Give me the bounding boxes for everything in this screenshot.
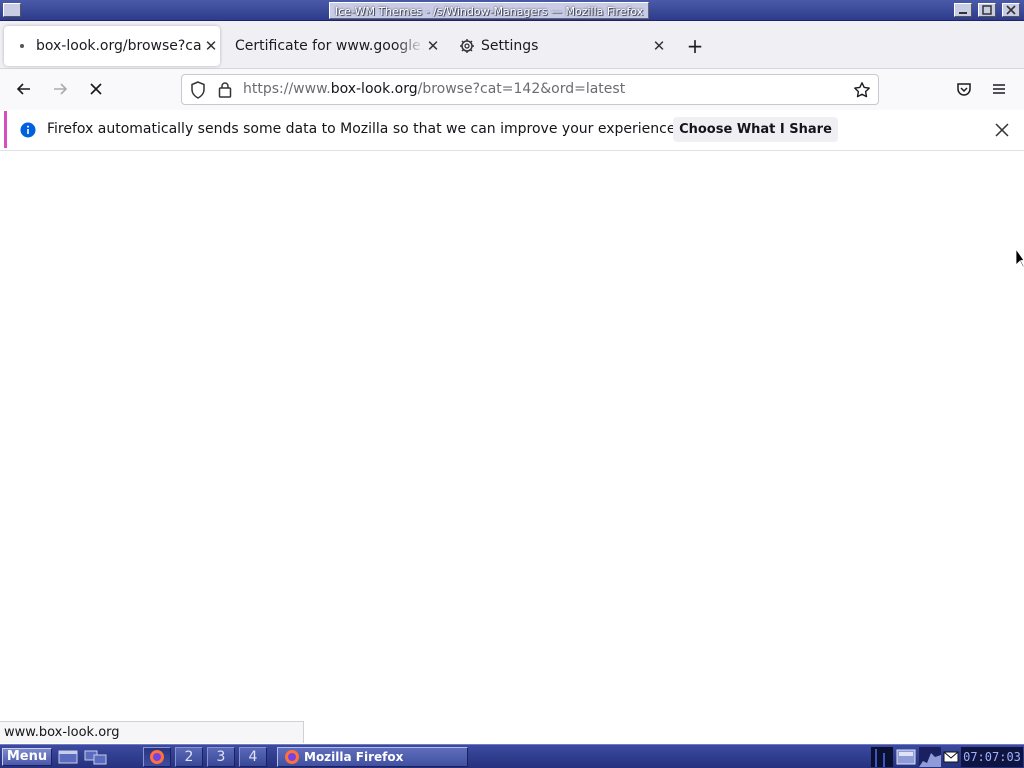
url-bar[interactable]: https://www.box-look.org/browse?cat=142&…: [181, 74, 879, 105]
network-icon: [895, 747, 917, 767]
navigation-bar: https://www.box-look.org/browse?cat=142&…: [0, 69, 1024, 110]
url-text: https://www.box-look.org/browse?cat=142&…: [243, 81, 626, 97]
window-titlebar[interactable]: Ice-WM Themes - /s/Window-Managers — Moz…: [0, 0, 1024, 21]
pocket-icon[interactable]: [951, 77, 977, 101]
tab-label: Certificate for www.google.com: [235, 38, 424, 54]
loading-dot-icon: [14, 38, 30, 54]
tab-label: Settings: [481, 38, 539, 54]
task-label: Mozilla Firefox: [304, 750, 404, 764]
workspace-1-button[interactable]: [143, 747, 171, 767]
lock-icon[interactable]: [218, 81, 232, 102]
tab-label: box-look.org/browse?cat=142&ord=latest: [36, 38, 202, 54]
choose-what-i-share-button[interactable]: Choose What I Share: [673, 117, 838, 142]
forward-button[interactable]: [47, 77, 73, 101]
cpu-monitor-icon: [871, 747, 893, 767]
desktop-screen: Ice-WM Themes - /s/Window-Managers — Moz…: [0, 0, 1024, 768]
tab-close-icon[interactable]: ✕: [650, 37, 668, 55]
taskbar-firefox-button[interactable]: Mozilla Firefox: [277, 747, 468, 767]
taskbar: Menu 2 3 4 Mozilla Firefox 07:07:03: [0, 744, 1024, 768]
close-icon[interactable]: [1002, 3, 1020, 17]
firefox-icon: [284, 749, 300, 768]
mail-icon[interactable]: [943, 747, 959, 767]
tab-certificate[interactable]: Certificate for www.google.com ✕: [226, 26, 442, 66]
memory-monitor-icon: [919, 747, 941, 767]
shield-icon[interactable]: [190, 81, 206, 103]
data-collection-notification: Firefox automatically sends some data to…: [4, 111, 1020, 148]
bookmark-star-icon[interactable]: [853, 81, 871, 103]
notification-text: Firefox automatically sends some data to…: [47, 121, 680, 137]
back-button[interactable]: [11, 77, 37, 101]
window-title: Ice-WM Themes - /s/Window-Managers — Moz…: [329, 2, 650, 19]
tab-strip: box-look.org/browse?cat=142&ord=latest ✕…: [0, 21, 1024, 69]
page-content[interactable]: [0, 151, 1024, 744]
clock: 07:07:03: [961, 747, 1023, 767]
firefox-icon: [150, 750, 164, 764]
stop-loading-button[interactable]: [83, 77, 109, 101]
new-tab-button[interactable]: +: [684, 36, 706, 58]
maximize-icon[interactable]: [978, 3, 996, 17]
status-bar: www.box-look.org: [0, 721, 304, 743]
start-menu-button[interactable]: Menu: [2, 748, 52, 766]
tab-close-icon[interactable]: ✕: [424, 37, 442, 55]
tab-settings[interactable]: Settings ✕: [450, 26, 668, 66]
show-desktop-icon[interactable]: [56, 748, 80, 766]
gear-icon: [459, 38, 475, 54]
window-menu-icon[interactable]: [3, 3, 21, 17]
workspace-2-button[interactable]: 2: [175, 747, 203, 767]
workspace-4-button[interactable]: 4: [239, 747, 267, 767]
minimize-icon[interactable]: [954, 3, 972, 17]
hamburger-menu-icon[interactable]: [986, 77, 1012, 101]
tab-box-look[interactable]: box-look.org/browse?cat=142&ord=latest ✕: [4, 26, 220, 66]
tab-close-icon[interactable]: ✕: [202, 37, 220, 55]
mouse-cursor-icon: [1015, 247, 1024, 272]
window-list-icon[interactable]: [83, 748, 107, 766]
close-notification-icon[interactable]: [991, 119, 1013, 141]
workspace-3-button[interactable]: 3: [207, 747, 235, 767]
info-icon: [20, 122, 36, 142]
